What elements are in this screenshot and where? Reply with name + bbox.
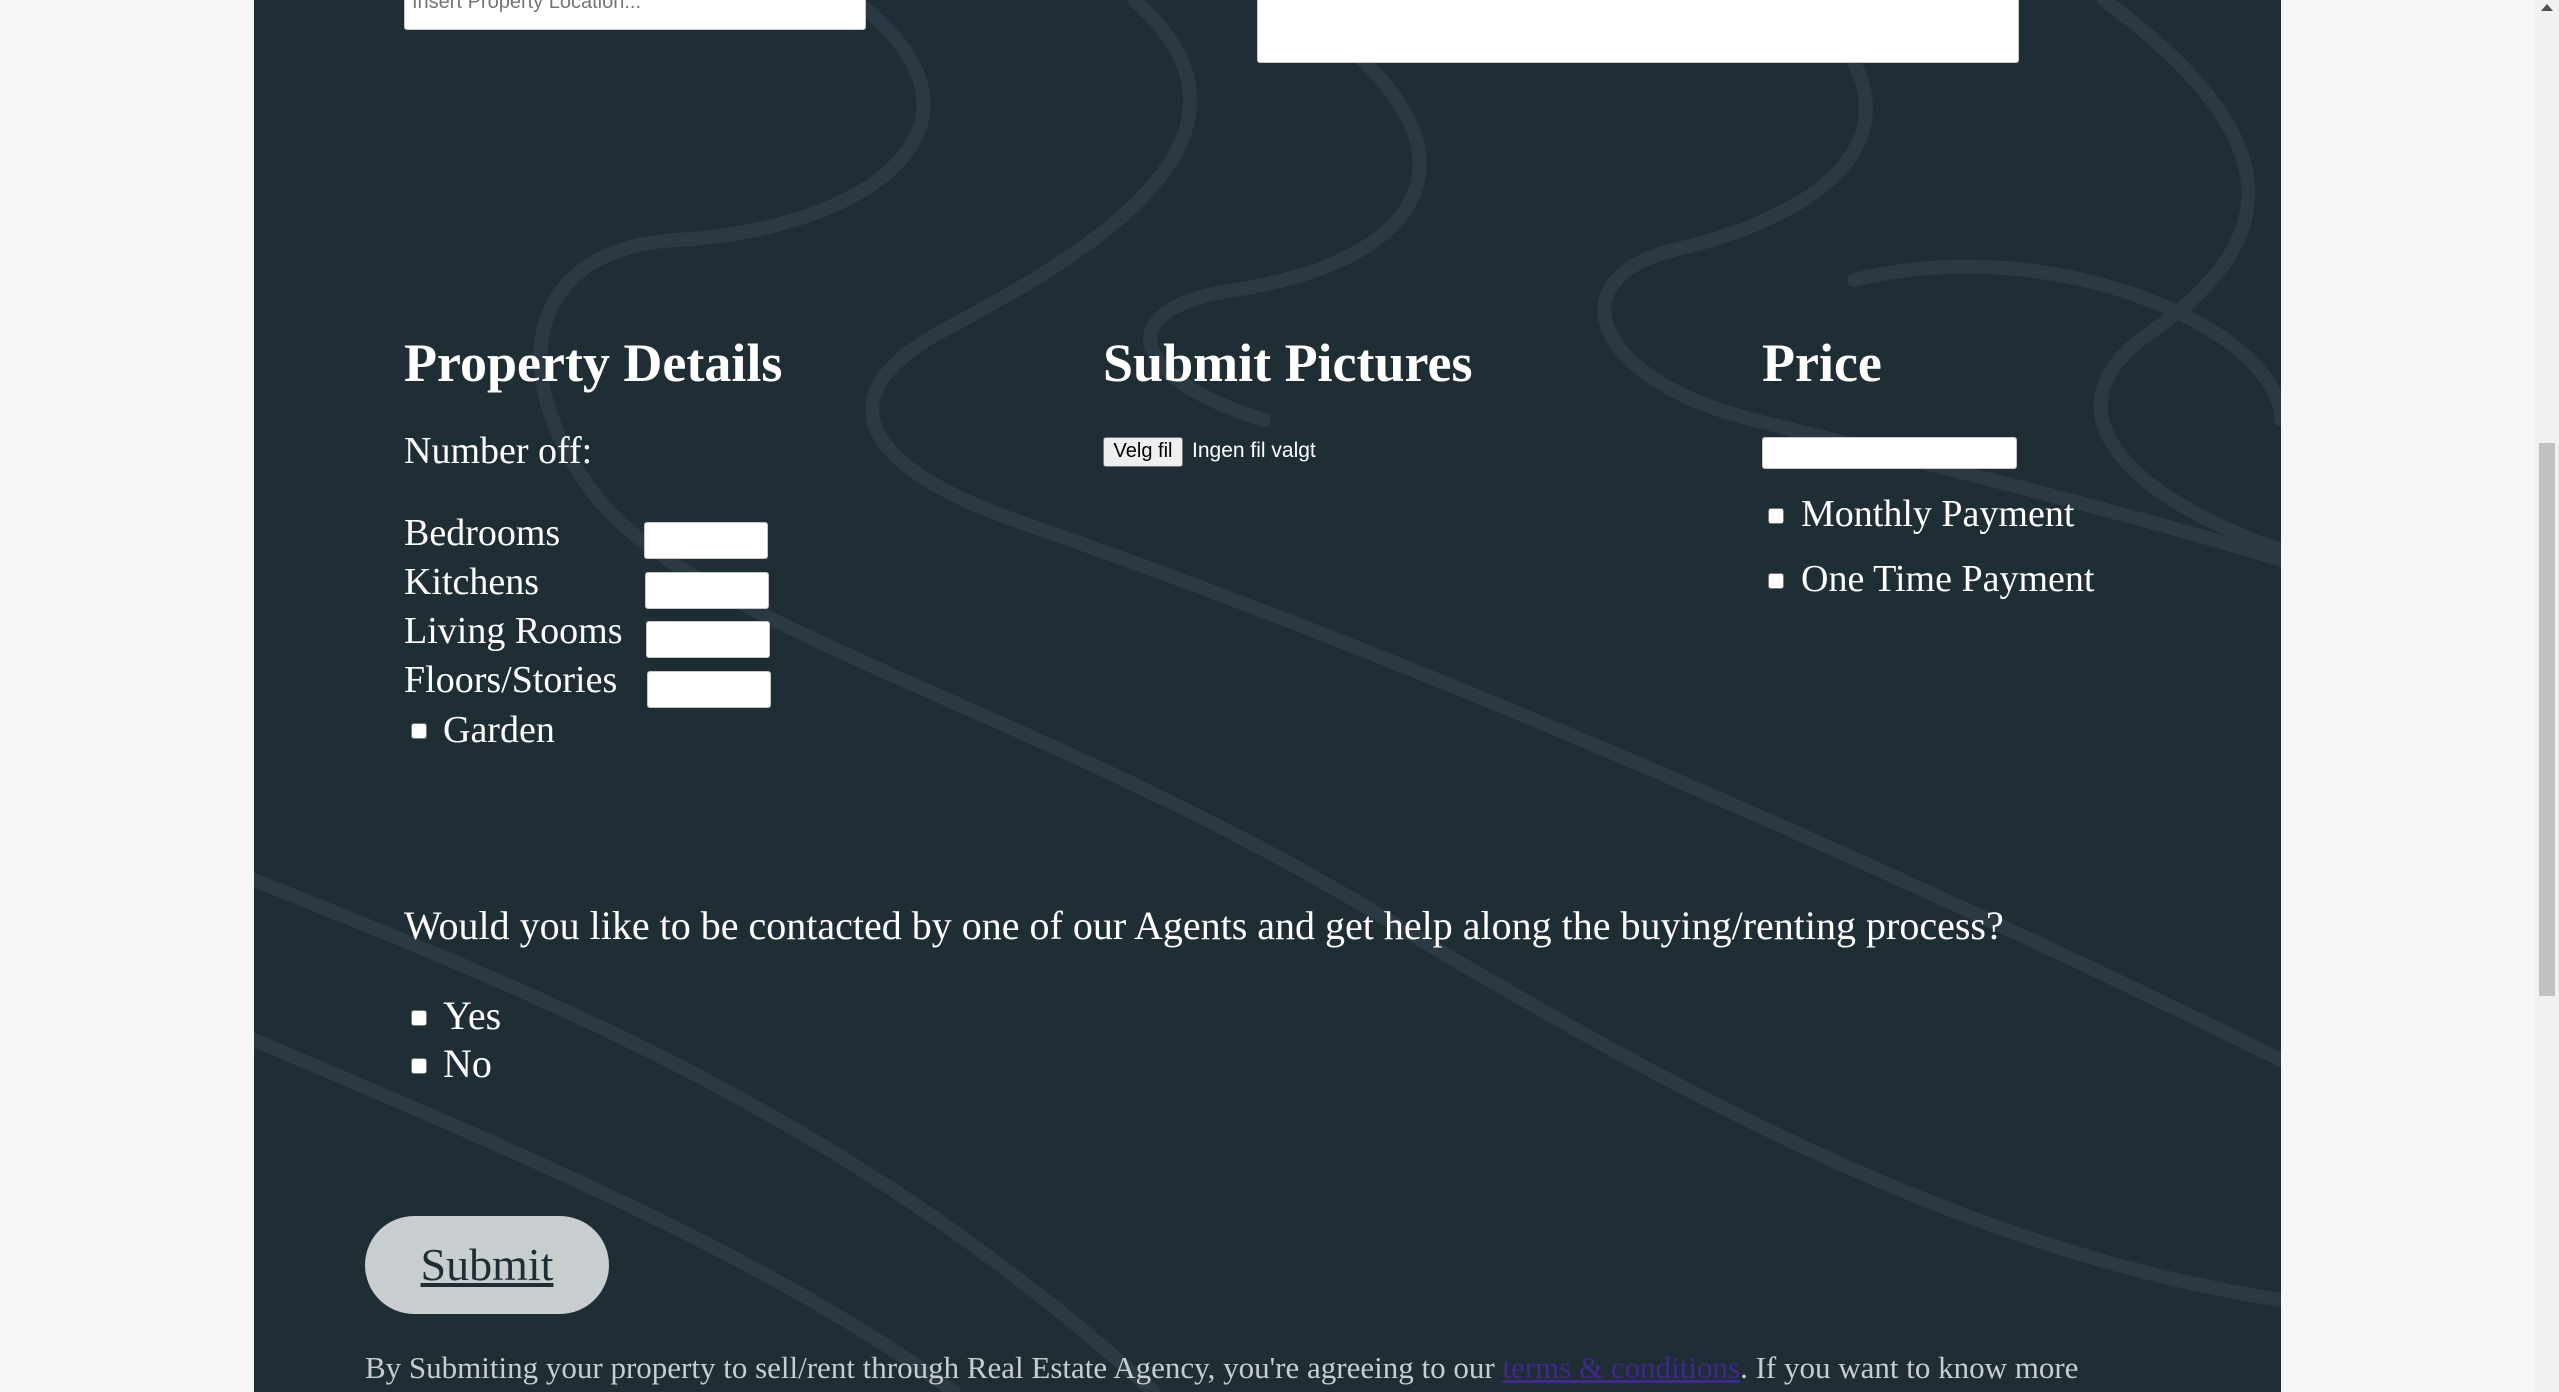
contact-no-label: No xyxy=(443,1041,492,1086)
kitchens-input[interactable] xyxy=(645,572,769,609)
contact-question: Would you like to be contacted by one of… xyxy=(404,903,2004,948)
form-page: Insert Property Location... Property Det… xyxy=(254,0,2281,1392)
submit-pictures-heading: Submit Pictures xyxy=(1103,333,1473,393)
floors-stories-input[interactable] xyxy=(647,671,771,708)
bedrooms-label: Bedrooms xyxy=(404,512,561,554)
living-rooms-input[interactable] xyxy=(646,621,770,658)
garden-label: Garden xyxy=(443,709,555,751)
property-details-heading: Property Details xyxy=(404,333,783,393)
choose-file-button[interactable]: Velg fil xyxy=(1103,437,1183,467)
living-rooms-label: Living Rooms xyxy=(404,610,623,652)
monthly-payment-checkbox[interactable] xyxy=(1768,508,1784,524)
no-file-chosen-text: Ingen fil valgt xyxy=(1192,439,1316,462)
property-location-input[interactable]: Insert Property Location... xyxy=(404,0,866,30)
kitchens-label: Kitchens xyxy=(404,561,540,603)
vertical-scrollbar[interactable] xyxy=(2535,0,2559,1392)
footer-text-after: . If you want to know more xyxy=(1740,1350,2079,1385)
scroll-up-arrow-icon[interactable] xyxy=(2541,4,2553,11)
number-of-label: Number off: xyxy=(404,430,593,472)
property-location-placeholder: Insert Property Location... xyxy=(412,0,642,13)
footer-text-before: By Submiting your property to sell/rent … xyxy=(365,1350,1503,1385)
scrollbar-thumb[interactable] xyxy=(2539,443,2555,996)
price-input[interactable] xyxy=(1762,437,2017,469)
contact-yes-checkbox[interactable] xyxy=(411,1010,427,1026)
property-description-textarea[interactable] xyxy=(1257,0,2019,63)
bedrooms-input[interactable] xyxy=(644,522,768,559)
one-time-payment-label: One Time Payment xyxy=(1801,558,2095,600)
monthly-payment-label: Monthly Payment xyxy=(1801,493,2075,535)
contact-yes-label: Yes xyxy=(443,993,502,1038)
submit-button[interactable]: Submit xyxy=(365,1216,609,1314)
one-time-payment-checkbox[interactable] xyxy=(1768,573,1784,589)
contact-no-checkbox[interactable] xyxy=(411,1058,427,1074)
floors-stories-label: Floors/Stories xyxy=(404,659,618,701)
price-heading: Price xyxy=(1762,333,1882,393)
terms-conditions-link[interactable]: terms & conditions xyxy=(1502,1350,1740,1385)
terms-footer-text: By Submiting your property to sell/rent … xyxy=(365,1350,2078,1386)
garden-checkbox[interactable] xyxy=(411,723,427,739)
